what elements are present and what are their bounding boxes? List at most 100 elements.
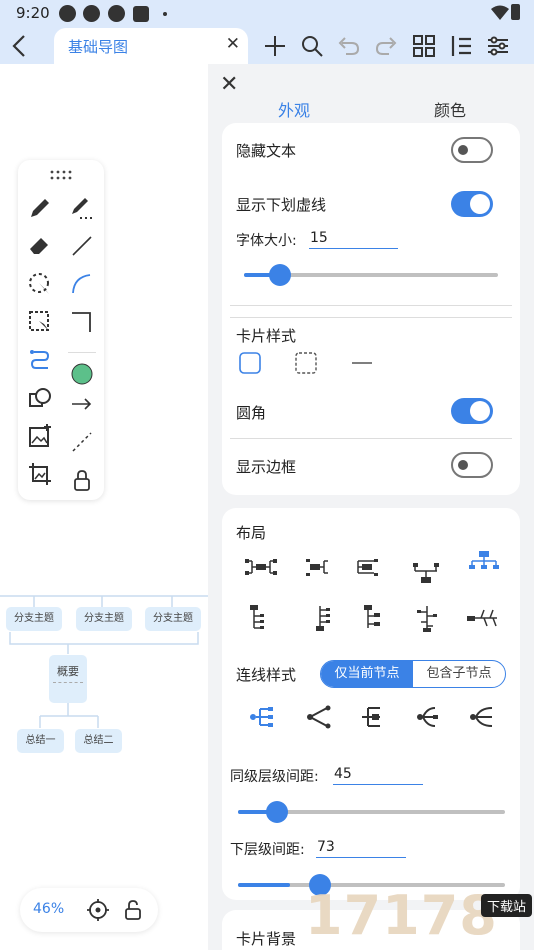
branch-topic-node[interactable]: 分支主题 [145, 607, 201, 631]
notification-icon [59, 5, 76, 22]
divider [230, 305, 512, 306]
sibling-spacing-input[interactable]: 45 [333, 765, 423, 785]
tab-appearance[interactable]: 外观 [278, 97, 310, 121]
sibling-spacing-slider-thumb[interactable] [266, 801, 288, 823]
child-spacing-label: 下层级间距: [230, 842, 305, 858]
zoom-level[interactable]: 46% [33, 901, 64, 917]
layout-fishbone-icon[interactable] [410, 604, 444, 632]
show-underline-label: 显示下划虚线 [236, 196, 327, 214]
layout-timeline-icon[interactable] [356, 604, 390, 632]
line-tool-icon[interactable] [68, 232, 96, 260]
layout-tree-right-icon[interactable] [242, 604, 276, 632]
corner-line-icon[interactable] [68, 308, 96, 336]
notification-icon [83, 5, 100, 22]
show-underline-toggle[interactable] [451, 191, 493, 217]
card-style-line-icon[interactable] [351, 352, 373, 374]
rounded-corner-toggle[interactable] [451, 398, 493, 424]
shapes-icon[interactable] [26, 384, 54, 412]
line-style-bracket-icon[interactable] [358, 704, 388, 730]
rect-select-icon[interactable] [26, 308, 54, 336]
line-style-current-node-option[interactable]: 仅当前节点 [321, 661, 413, 687]
line-style-curved-icon[interactable] [413, 704, 443, 730]
connector-icon[interactable] [26, 346, 54, 374]
line-style-include-children-option[interactable]: 包含子节点 [413, 661, 505, 687]
curve-tool-icon[interactable] [68, 270, 96, 298]
font-size-input[interactable]: 15 [309, 229, 398, 249]
battery-icon [511, 4, 520, 20]
rounded-corner-label: 圆角 [236, 404, 267, 422]
line-style-round-icon[interactable] [468, 704, 498, 730]
layout-right-icon[interactable] [302, 553, 336, 581]
child-spacing-input[interactable]: 73 [316, 838, 406, 858]
branch-topic-node[interactable]: 分支主题 [76, 607, 132, 631]
locate-center-icon[interactable] [86, 898, 110, 922]
layout-left-icon[interactable] [350, 553, 384, 581]
conclusion-node[interactable]: 总结二 [75, 729, 122, 753]
lock-icon[interactable] [68, 466, 96, 494]
document-tab[interactable]: 基础导图 ✕ [54, 28, 248, 64]
zoom-bar: 46% [20, 888, 158, 932]
hide-text-toggle[interactable] [451, 137, 493, 163]
color-swatch-icon[interactable] [68, 360, 96, 388]
marker-icon[interactable] [68, 194, 96, 222]
document-tab-title: 基础导图 [68, 38, 129, 56]
card-background-label: 卡片背景 [236, 930, 297, 948]
show-border-label: 显示边框 [236, 458, 297, 476]
card-style-dashed-icon[interactable] [295, 352, 317, 374]
eraser-icon[interactable] [26, 232, 54, 260]
lasso-select-icon[interactable] [26, 270, 54, 298]
close-tab-icon[interactable]: ✕ [226, 34, 240, 54]
palette-divider [68, 352, 96, 353]
layout-tree-left-icon[interactable] [302, 604, 336, 632]
text-style-card: 隐藏文本 显示下划虚线 字体大小: 15 卡片样式 圆角 显示边框 [222, 123, 520, 495]
layout-org-icon[interactable] [467, 548, 501, 576]
card-style-label: 卡片样式 [236, 327, 297, 345]
branch-topic-node[interactable]: 分支主题 [6, 607, 62, 631]
grid-icon[interactable] [410, 32, 438, 60]
show-border-toggle[interactable] [451, 452, 493, 478]
pencil-icon[interactable] [26, 194, 54, 222]
search-icon[interactable] [298, 32, 326, 60]
back-icon[interactable] [6, 32, 34, 60]
summary-node[interactable]: 概要 [49, 655, 87, 703]
undo-icon[interactable] [335, 32, 363, 60]
summary-divider [53, 682, 83, 683]
crop-image-icon[interactable] [26, 460, 54, 488]
arrow-tool-icon[interactable] [68, 390, 96, 418]
close-panel-icon[interactable]: ✕ [220, 72, 238, 97]
layout-bracket-icon[interactable] [466, 604, 500, 632]
outline-icon[interactable] [447, 32, 475, 60]
divider [230, 438, 512, 439]
watermark: 17178 下载站 [305, 884, 534, 950]
line-style-straight-icon[interactable] [303, 704, 333, 730]
layout-label: 布局 [236, 524, 267, 542]
layout-down-icon[interactable] [410, 560, 444, 588]
dashed-line-icon[interactable] [68, 428, 96, 456]
conclusion-node[interactable]: 总结一 [17, 729, 64, 753]
line-style-segmented-control: 仅当前节点 包含子节点 [320, 660, 506, 688]
top-toolbar: 基础导图 ✕ [0, 28, 534, 64]
drag-handle-icon[interactable] [50, 170, 72, 180]
more-notifications-icon [163, 12, 167, 16]
add-icon[interactable] [261, 32, 289, 60]
line-style-orthogonal-icon[interactable] [248, 704, 278, 730]
redo-icon[interactable] [372, 32, 400, 60]
summary-node-label: 概要 [57, 665, 79, 678]
settings-sliders-icon[interactable] [484, 32, 512, 60]
font-size-slider-thumb[interactable] [269, 264, 291, 286]
divider [230, 317, 512, 318]
wifi-icon [491, 5, 509, 20]
sibling-spacing-slider[interactable] [238, 801, 505, 823]
unlock-icon[interactable] [121, 898, 145, 922]
card-style-rounded-icon[interactable] [239, 352, 261, 374]
notification-icon [133, 6, 149, 22]
watermark-text: 17178 [305, 884, 498, 947]
tab-color[interactable]: 颜色 [434, 97, 466, 121]
font-size-slider[interactable] [244, 264, 498, 286]
add-image-icon[interactable] [26, 422, 54, 450]
status-time: 9:20 [16, 4, 50, 22]
layout-mindmap-icon[interactable] [244, 553, 278, 581]
hide-text-label: 隐藏文本 [236, 142, 297, 160]
font-size-label: 字体大小: [236, 233, 297, 249]
notification-icon [108, 5, 125, 22]
